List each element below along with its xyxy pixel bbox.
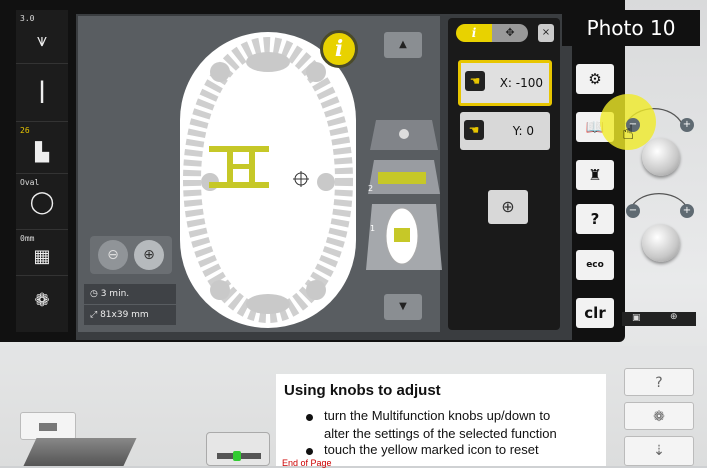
guide-button[interactable]: ♜ — [576, 160, 614, 190]
upper-multifunction-knob[interactable] — [642, 138, 680, 176]
help-button[interactable]: ? — [576, 204, 614, 234]
monogram-h-design — [209, 146, 309, 188]
stitch-time: ◷ 3 min. — [84, 284, 176, 304]
move-tab[interactable]: ✥ — [492, 24, 528, 42]
settings-button[interactable]: ⚙ — [576, 64, 614, 94]
crosshair-icon: ⊕ — [670, 312, 678, 322]
bobbin-button[interactable]: ❁ — [624, 402, 694, 430]
presser-foot-cell[interactable]: 26 ▙ — [16, 122, 68, 174]
hand-cursor-icon: ☝ — [622, 120, 635, 144]
hand-pointer-icon: ☚ — [465, 71, 485, 91]
clock-icon: ◷ — [90, 289, 101, 299]
needle-down-button[interactable]: ⇣ — [624, 436, 694, 466]
needle-size-label: 3.0 — [20, 14, 35, 23]
zoom-controls: ⊖ ⊕ — [90, 236, 172, 274]
needle-settings-cell[interactable]: 3.0 ⩛ — [16, 10, 68, 64]
design-size: ⤢ 81x39 mm — [84, 305, 176, 325]
zoom-out-button[interactable]: ⊖ — [98, 240, 128, 270]
needle-cell[interactable]: ǀ — [16, 64, 68, 122]
resize-icon: ⤢ — [90, 310, 101, 320]
help-title: Using knobs to adjust — [284, 382, 441, 399]
clear-button[interactable]: clr — [576, 298, 614, 328]
crosshair-icon: ⊕ — [501, 197, 515, 216]
oval-hoop-icon: ◯ — [29, 190, 55, 215]
help-bullet-1-line-1: turn the Multifunction knobs up/down to — [324, 408, 551, 423]
help-text-box: Using knobs to adjust turn the Multifunc… — [276, 374, 606, 468]
lower-multifunction-knob[interactable] — [642, 224, 680, 262]
presser-foot-part — [23, 438, 137, 466]
screen-icon: ▣ — [632, 313, 641, 323]
scroll-down-button[interactable]: ▼ — [384, 294, 422, 320]
feed-dog-cell[interactable]: 0mm ▦ — [16, 230, 68, 276]
gears-icon: ⚙ — [588, 70, 602, 88]
info-icon-button[interactable]: i — [320, 30, 358, 68]
help-bullet-2-line-1: touch the yellow marked icon to reset — [324, 442, 539, 457]
hand-pointer-icon: ☚ — [464, 120, 484, 140]
close-button[interactable]: × — [538, 24, 554, 42]
help-bullet-1-line-2: alter the settings of the selected funct… — [324, 426, 557, 441]
dress-form-icon: ♜ — [588, 166, 602, 184]
bullet-dot — [306, 414, 313, 421]
center-design-button[interactable]: ⊕ — [488, 190, 528, 224]
feed-dog-icon: ▦ — [33, 246, 51, 267]
layer-2-label: 2 — [368, 184, 374, 193]
needle-icon: ǀ — [38, 76, 46, 104]
photo-label: Photo 10 — [562, 10, 700, 46]
upper-plus-button[interactable]: + — [680, 118, 694, 132]
end-of-page: End of Page — [282, 458, 332, 468]
bobbin-cell[interactable]: ❁ — [16, 276, 68, 332]
zoom-in-button[interactable]: ⊕ — [134, 240, 164, 270]
lower-plus-button[interactable]: + — [680, 204, 694, 218]
bobbin-icon: ❁ — [653, 409, 665, 425]
move-icon: ✥ — [505, 26, 515, 39]
hoop-label: Oval — [20, 178, 40, 187]
needle-icon: ⇣ — [653, 443, 665, 459]
design-size-value: 81x39 mm — [100, 310, 149, 320]
y-position-value: Y: 0 — [512, 124, 534, 138]
bullet-dot — [306, 448, 313, 455]
eco-label: eco — [586, 260, 604, 270]
needle-threader-icon: ⩛ — [36, 30, 48, 51]
layer-stack[interactable] — [366, 110, 442, 280]
hoop-cell[interactable]: Oval ◯ — [16, 174, 68, 230]
side-tab-button[interactable] — [20, 412, 76, 440]
help-question-button[interactable]: ? — [624, 368, 694, 396]
mini-status-bar: ▣ ⊕ — [622, 312, 696, 326]
green-indicator — [233, 451, 241, 461]
machine-trim — [0, 346, 707, 360]
layer-1-label: 1 — [370, 224, 376, 233]
scroll-up-button[interactable]: ▲ — [384, 32, 422, 58]
feed-dog-label: 0mm — [20, 234, 35, 243]
eco-button[interactable]: eco — [576, 250, 614, 280]
slot-icon — [39, 423, 57, 431]
stitch-time-value: 3 min. — [100, 289, 130, 299]
info-tab[interactable]: i — [456, 24, 492, 42]
presser-foot-icon: ▙ — [35, 142, 49, 163]
thread-lever — [206, 432, 270, 466]
presser-foot-number: 26 — [20, 126, 30, 135]
y-position-button[interactable]: ☚ Y: 0 — [460, 112, 550, 150]
x-position-button[interactable]: ☚ X: -100 — [458, 60, 552, 106]
x-position-value: X: -100 — [499, 76, 543, 90]
lower-minus-button[interactable]: − — [626, 204, 640, 218]
bobbin-icon: ❁ — [34, 290, 50, 311]
